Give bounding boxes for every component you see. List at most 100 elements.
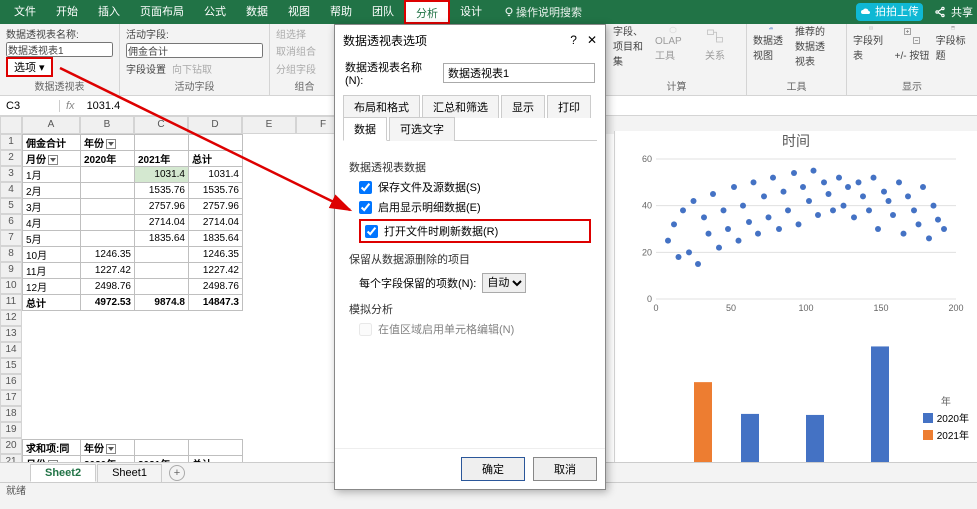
col-header-B[interactable]: B	[80, 116, 134, 134]
name-box[interactable]: C3	[0, 100, 60, 112]
dialog-name-input[interactable]	[443, 63, 595, 83]
cell[interactable]: 1031.4	[189, 167, 243, 183]
cell[interactable]	[81, 231, 135, 247]
cell[interactable]: 总计	[23, 295, 81, 311]
cell[interactable]: 4月	[23, 215, 81, 231]
help-button[interactable]: ?	[570, 33, 577, 47]
row-header[interactable]: 10	[0, 278, 22, 294]
menu-插入[interactable]: 插入	[88, 0, 130, 24]
row-header[interactable]: 12	[0, 310, 22, 326]
row-header[interactable]: 6	[0, 214, 22, 230]
cell[interactable]: 1月	[23, 167, 81, 183]
row-header[interactable]: 9	[0, 262, 22, 278]
menu-设计[interactable]: 设计	[450, 0, 492, 24]
options-button[interactable]: 选项 ▾	[6, 57, 53, 77]
cell[interactable]: 1227.42	[189, 263, 243, 279]
cell[interactable]: 5月	[23, 231, 81, 247]
cell[interactable]: 1246.35	[81, 247, 135, 263]
fieldheaders-button[interactable]: 字段标题	[936, 26, 971, 62]
row-header[interactable]: 15	[0, 358, 22, 374]
row-header[interactable]: 13	[0, 326, 22, 342]
row-header[interactable]: 4	[0, 182, 22, 198]
cell[interactable]: 1227.42	[81, 263, 135, 279]
field-settings-button[interactable]: 字段设置	[126, 61, 166, 76]
cell[interactable]: 2714.04	[189, 215, 243, 231]
fields-items-sets-button[interactable]: fx字段、项目和集	[613, 26, 649, 62]
cell[interactable]: 1535.76	[189, 183, 243, 199]
cell[interactable]: 2月	[23, 183, 81, 199]
menu-数据[interactable]: 数据	[236, 0, 278, 24]
cell[interactable]: 1835.64	[135, 231, 189, 247]
tell-me-search[interactable]: 操作说明搜索	[502, 4, 582, 20]
close-button[interactable]: ✕	[587, 33, 597, 47]
cell[interactable]: 2498.76	[189, 279, 243, 295]
cell[interactable]: 2714.04	[135, 215, 189, 231]
sheet-tab-Sheet2[interactable]: Sheet2	[30, 464, 96, 482]
fieldlist-button[interactable]: 字段列表	[853, 26, 888, 62]
checkbox-save-source[interactable]: 保存文件及源数据(S)	[359, 179, 591, 195]
cell[interactable]: 4972.53	[81, 295, 135, 311]
cell[interactable]	[81, 199, 135, 215]
pivotchart-button[interactable]: 数据透视图	[753, 26, 789, 62]
menu-帮助[interactable]: 帮助	[320, 0, 362, 24]
menu-文件[interactable]: 文件	[4, 0, 46, 24]
retain-select[interactable]: 自动	[482, 273, 526, 293]
row-header[interactable]: 3	[0, 166, 22, 182]
new-sheet-button[interactable]: +	[169, 465, 185, 481]
dialog-tab-4[interactable]: 数据	[343, 117, 387, 141]
dialog-tab-3[interactable]: 打印	[547, 95, 591, 118]
cell[interactable]	[81, 167, 135, 183]
active-field-input[interactable]	[126, 43, 263, 58]
row-header[interactable]: 5	[0, 198, 22, 214]
cell[interactable]	[81, 215, 135, 231]
formula-value[interactable]: 1031.4	[81, 100, 127, 112]
col-header-A[interactable]: A	[22, 116, 80, 134]
col-header-D[interactable]: D	[188, 116, 242, 134]
cell[interactable]: 1246.35	[189, 247, 243, 263]
recommended-pivot-button[interactable]: 推荐的数据透视表	[795, 26, 831, 62]
row-header[interactable]: 2	[0, 150, 22, 166]
cell[interactable]: 1535.76	[135, 183, 189, 199]
cell[interactable]: 11月	[23, 263, 81, 279]
checkbox-cell-edit[interactable]: 在值区域启用单元格编辑(N)	[359, 321, 591, 337]
checkbox-show-detail[interactable]: 启用显示明细数据(E)	[359, 199, 591, 215]
menu-分析[interactable]: 分析	[404, 0, 450, 24]
cell[interactable]: 3月	[23, 199, 81, 215]
cell[interactable]	[135, 247, 189, 263]
ok-button[interactable]: 确定	[461, 457, 525, 481]
row-header[interactable]: 20	[0, 438, 22, 454]
col-header-C[interactable]: C	[134, 116, 188, 134]
menu-开始[interactable]: 开始	[46, 0, 88, 24]
row-header[interactable]: 1	[0, 134, 22, 150]
row-header[interactable]: 16	[0, 374, 22, 390]
dialog-tab-0[interactable]: 布局和格式	[343, 95, 420, 118]
plusminus-button[interactable]: +/- 按钮	[894, 26, 929, 62]
row-header[interactable]: 17	[0, 390, 22, 406]
row-header[interactable]: 14	[0, 342, 22, 358]
menu-页面布局[interactable]: 页面布局	[130, 0, 194, 24]
fx-icon[interactable]: fx	[60, 100, 81, 112]
sheet-tab-Sheet1[interactable]: Sheet1	[97, 464, 162, 482]
cell[interactable]: 1031.4	[135, 167, 189, 183]
cancel-button[interactable]: 取消	[533, 457, 597, 481]
cell[interactable]: 2757.96	[189, 199, 243, 215]
scatter-chart[interactable]: 时间 0204060050100150200	[615, 131, 977, 321]
dialog-tab-5[interactable]: 可选文字	[389, 117, 455, 141]
row-header[interactable]: 11	[0, 294, 22, 310]
menu-视图[interactable]: 视图	[278, 0, 320, 24]
menu-公式[interactable]: 公式	[194, 0, 236, 24]
cell[interactable]: 10月	[23, 247, 81, 263]
share-button[interactable]: 共享	[933, 4, 973, 20]
cell[interactable]: 14847.3	[189, 295, 243, 311]
cell[interactable]: 2498.76	[81, 279, 135, 295]
row-header[interactable]: 8	[0, 246, 22, 262]
cell[interactable]: 2757.96	[135, 199, 189, 215]
pivottable-name-input[interactable]	[6, 42, 113, 57]
checkbox-refresh-on-open[interactable]: 打开文件时刷新数据(R)	[359, 219, 591, 243]
upload-badge[interactable]: 拍拍上传	[856, 3, 923, 21]
cell[interactable]: 1835.64	[189, 231, 243, 247]
cell[interactable]: 12月	[23, 279, 81, 295]
cell[interactable]	[81, 183, 135, 199]
col-header-E[interactable]: E	[242, 116, 296, 134]
cell[interactable]	[135, 263, 189, 279]
